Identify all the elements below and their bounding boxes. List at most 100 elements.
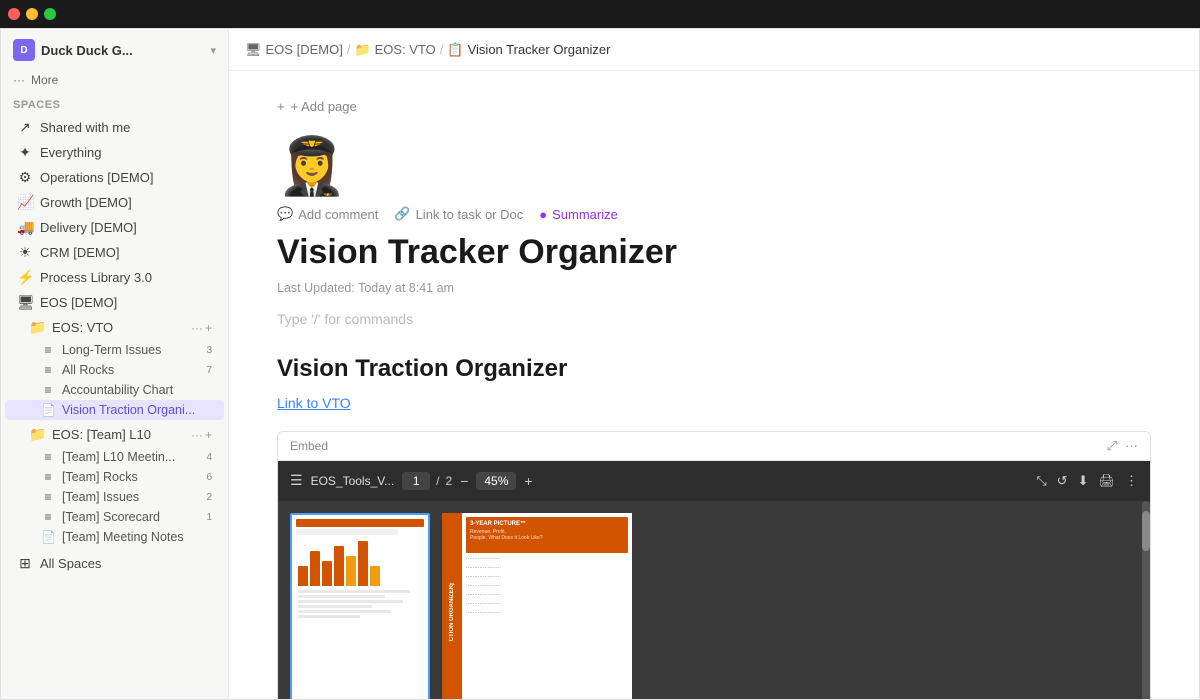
workspace-name: Duck Duck G...	[41, 43, 204, 58]
process-icon: ⚡	[17, 269, 33, 286]
sidebar-subitem-all-rocks[interactable]: ≡ All Rocks 7	[5, 360, 224, 380]
embed-block: Embed ⤢ ··· ☰ EOS_Tools_V... / 2	[277, 431, 1151, 699]
doc-placeholder[interactable]: Type '/' for commands	[277, 311, 1151, 327]
breadcrumb-vto[interactable]: EOS: VTO	[375, 42, 436, 57]
link-icon: 🔗	[394, 206, 410, 222]
embed-more-icon[interactable]: ···	[1125, 438, 1138, 453]
sidebar-subitem-team-scorecard[interactable]: ≡ [Team] Scorecard 1	[5, 507, 224, 527]
add-page-button[interactable]: + + Add page	[277, 95, 1151, 118]
delivery-icon: 🚚	[17, 219, 33, 236]
minimize-button[interactable]	[26, 8, 38, 20]
pdf-menu-icon[interactable]: ☰	[290, 472, 303, 489]
pdf-scrollbar-thumb[interactable]	[1142, 511, 1150, 551]
folder-add-btn[interactable]: +	[205, 321, 212, 335]
crm-icon: ☀	[17, 244, 33, 261]
pdf-right-buttons: ⤡ ↺ ⬇ 🖨 ⋮	[1036, 473, 1138, 489]
sidebar-item-crm[interactable]: ☀ CRM [DEMO]	[5, 240, 224, 265]
link-to-task-button[interactable]: 🔗 Link to task or Doc	[394, 206, 523, 222]
close-button[interactable]	[8, 8, 20, 20]
pdf-toolbar: ☰ EOS_Tools_V... / 2 − 45% + ⤡	[278, 461, 1150, 501]
pdf-chart	[296, 538, 424, 588]
pdf-p2-sidebar: CTION ORGANIZER™	[442, 513, 462, 699]
operations-icon: ⚙	[17, 169, 33, 186]
section-heading: Vision Traction Organizer	[277, 355, 1151, 383]
sidebar-item-growth[interactable]: 📈 Growth [DEMO]	[5, 190, 224, 215]
list-icon: ≡	[41, 383, 55, 397]
folder-icon: 📁	[29, 319, 45, 336]
pdf-print-icon[interactable]: 🖨	[1098, 473, 1115, 489]
spaces-label: Spaces	[1, 91, 228, 115]
folder-more-btn[interactable]: ···	[191, 321, 203, 335]
pdf-page-nav: / 2	[402, 472, 452, 490]
pdf-fit-page-icon[interactable]: ⤡	[1036, 473, 1046, 489]
embed-body: ☰ EOS_Tools_V... / 2 − 45% + ⤡	[278, 461, 1150, 699]
pdf-zoom-in-button[interactable]: +	[524, 473, 532, 489]
add-comment-button[interactable]: 💬 Add comment	[277, 206, 378, 222]
sidebar-subitem-long-term-issues[interactable]: ≡ Long-Term Issues 3	[5, 340, 224, 360]
pdf-filename: EOS_Tools_V...	[311, 474, 395, 488]
sidebar-subitem-team-rocks[interactable]: ≡ [Team] Rocks 6	[5, 467, 224, 487]
team-folder-icon: 📁	[29, 426, 45, 443]
breadcrumb-eos[interactable]: EOS [DEMO]	[266, 42, 343, 57]
grid-icon: ⊞	[17, 555, 33, 572]
sidebar-item-all-spaces[interactable]: ⊞ All Spaces	[5, 551, 224, 576]
sidebar-subitem-team-issues[interactable]: ≡ [Team] Issues 2	[5, 487, 224, 507]
embed-controls: ⤢ ···	[1107, 438, 1138, 454]
pdf-rotate-icon[interactable]: ↺	[1057, 473, 1068, 489]
team-folder-more-btn[interactable]: ···	[191, 428, 203, 442]
workspace-header[interactable]: D Duck Duck G... ▾	[1, 29, 228, 69]
embed-header: Embed ⤢ ···	[278, 432, 1150, 461]
sidebar-subitem-accountability-chart[interactable]: ≡ Accountability Chart	[5, 380, 224, 400]
sidebar-item-eos[interactable]: 🖥 EOS [DEMO]	[5, 290, 224, 315]
breadcrumb-doc-icon: 📋	[447, 42, 463, 58]
maximize-button[interactable]	[44, 8, 56, 20]
breadcrumb-vto-icon: 📁	[354, 42, 370, 58]
breadcrumb-sep-2: /	[440, 42, 444, 57]
expand-icon[interactable]: ⤢	[1107, 438, 1117, 454]
ellipsis-icon: ···	[13, 73, 25, 87]
sidebar-item-delivery[interactable]: 🚚 Delivery [DEMO]	[5, 215, 224, 240]
pdf-page-2[interactable]: CTION ORGANIZER™ 3-YEAR PICTURE™ Revenue…	[442, 513, 632, 699]
folder-actions: ··· +	[191, 321, 212, 335]
pdf-zoom-value: 45%	[476, 472, 516, 490]
sidebar-item-shared[interactable]: ↗ Shared with me	[5, 115, 224, 140]
growth-icon: 📈	[17, 194, 33, 211]
pdf-page-input[interactable]	[402, 472, 430, 490]
vto-link[interactable]: Link to VTO	[277, 395, 1151, 411]
pdf-page-wrapper-2: CTION ORGANIZER™ 3-YEAR PICTURE™ Revenue…	[442, 513, 632, 699]
embed-label: Embed	[290, 439, 1099, 453]
team-folder-add-btn[interactable]: +	[205, 428, 212, 442]
eos-icon: 🖥	[17, 294, 33, 311]
list-icon: ≡	[41, 343, 55, 357]
sidebar-more[interactable]: ··· More	[1, 69, 228, 91]
doc-icon: 📄	[41, 403, 55, 417]
main-content: 🖥 EOS [DEMO] / 📁 EOS: VTO / 📋 Vision Tra…	[229, 29, 1199, 699]
pdf-zoom-out-button[interactable]: −	[460, 473, 468, 489]
sidebar-subitem-l10-meeting[interactable]: ≡ [Team] L10 Meetin... 4	[5, 447, 224, 467]
eos-team-folder[interactable]: 📁 EOS: [Team] L10 ··· +	[5, 422, 224, 447]
list-icon: ≡	[41, 450, 55, 464]
sidebar-subitem-vision-traction[interactable]: 📄 Vision Traction Organi...	[5, 400, 224, 420]
pdf-scrollbar[interactable]	[1142, 501, 1150, 699]
breadcrumb-sep-1: /	[347, 42, 351, 57]
doc-icon: 📄	[41, 530, 55, 544]
doc-title: Vision Tracker Organizer	[277, 232, 1151, 273]
share-icon: ↗	[17, 119, 33, 136]
workspace-icon: D	[13, 39, 35, 61]
eos-vto-folder[interactable]: 📁 EOS: VTO ··· +	[5, 315, 224, 340]
doc-emoji[interactable]: 👩‍✈️	[277, 138, 1151, 194]
summarize-button[interactable]: ● Summarize	[539, 207, 618, 222]
titlebar	[0, 0, 1200, 28]
pdf-options-icon[interactable]: ⋮	[1125, 473, 1138, 489]
pdf-page-1[interactable]	[290, 513, 430, 699]
everything-icon: ✦	[17, 144, 33, 161]
sidebar-subitem-meeting-notes[interactable]: 📄 [Team] Meeting Notes	[5, 527, 224, 547]
list-icon: ≡	[41, 470, 55, 484]
breadcrumb-eos-icon: 🖥	[245, 42, 262, 58]
sidebar-item-everything[interactable]: ✦ Everything	[5, 140, 224, 165]
sidebar-item-operations[interactable]: ⚙ Operations [DEMO]	[5, 165, 224, 190]
pdf-download-icon[interactable]: ⬇	[1078, 473, 1089, 489]
sidebar-item-process[interactable]: ⚡ Process Library 3.0	[5, 265, 224, 290]
summarize-icon: ●	[539, 207, 547, 222]
sidebar: D Duck Duck G... ▾ ··· More Spaces ↗ Sha…	[1, 29, 229, 699]
